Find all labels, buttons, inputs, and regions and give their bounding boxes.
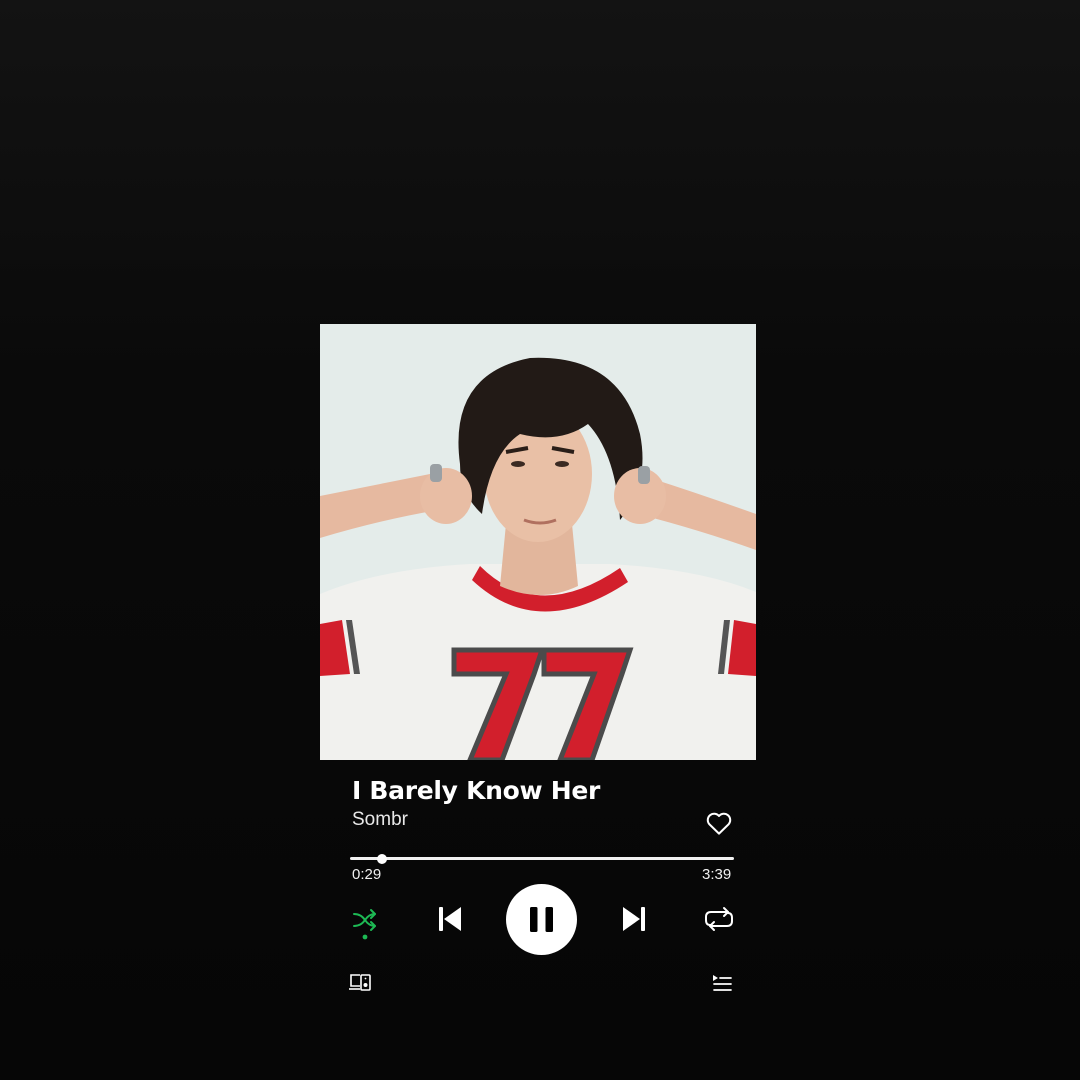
skip-next-icon[interactable] xyxy=(621,904,647,934)
album-art xyxy=(320,324,756,760)
total-duration: 3:39 xyxy=(702,866,732,883)
play-pause-button[interactable] xyxy=(506,884,577,955)
progress-track xyxy=(350,857,734,860)
elapsed-time: 0:29 xyxy=(352,866,382,883)
artist-name[interactable]: Sombr xyxy=(352,809,408,831)
progress-knob[interactable] xyxy=(377,854,388,864)
progress-bar[interactable] xyxy=(350,852,734,866)
skip-previous-icon[interactable] xyxy=(437,904,463,934)
connect-devices-icon[interactable] xyxy=(348,972,372,992)
heart-icon[interactable] xyxy=(704,808,734,838)
queue-icon[interactable] xyxy=(712,974,732,992)
player-screen: I Barely Know Her Sombr 0:29 3:39 xyxy=(0,0,1080,1080)
pause-icon xyxy=(530,907,553,932)
repeat-icon[interactable] xyxy=(704,906,734,932)
shuffle-active-dot xyxy=(362,934,368,940)
shuffle-icon[interactable] xyxy=(352,906,378,942)
track-title[interactable]: I Barely Know Her xyxy=(352,776,600,805)
